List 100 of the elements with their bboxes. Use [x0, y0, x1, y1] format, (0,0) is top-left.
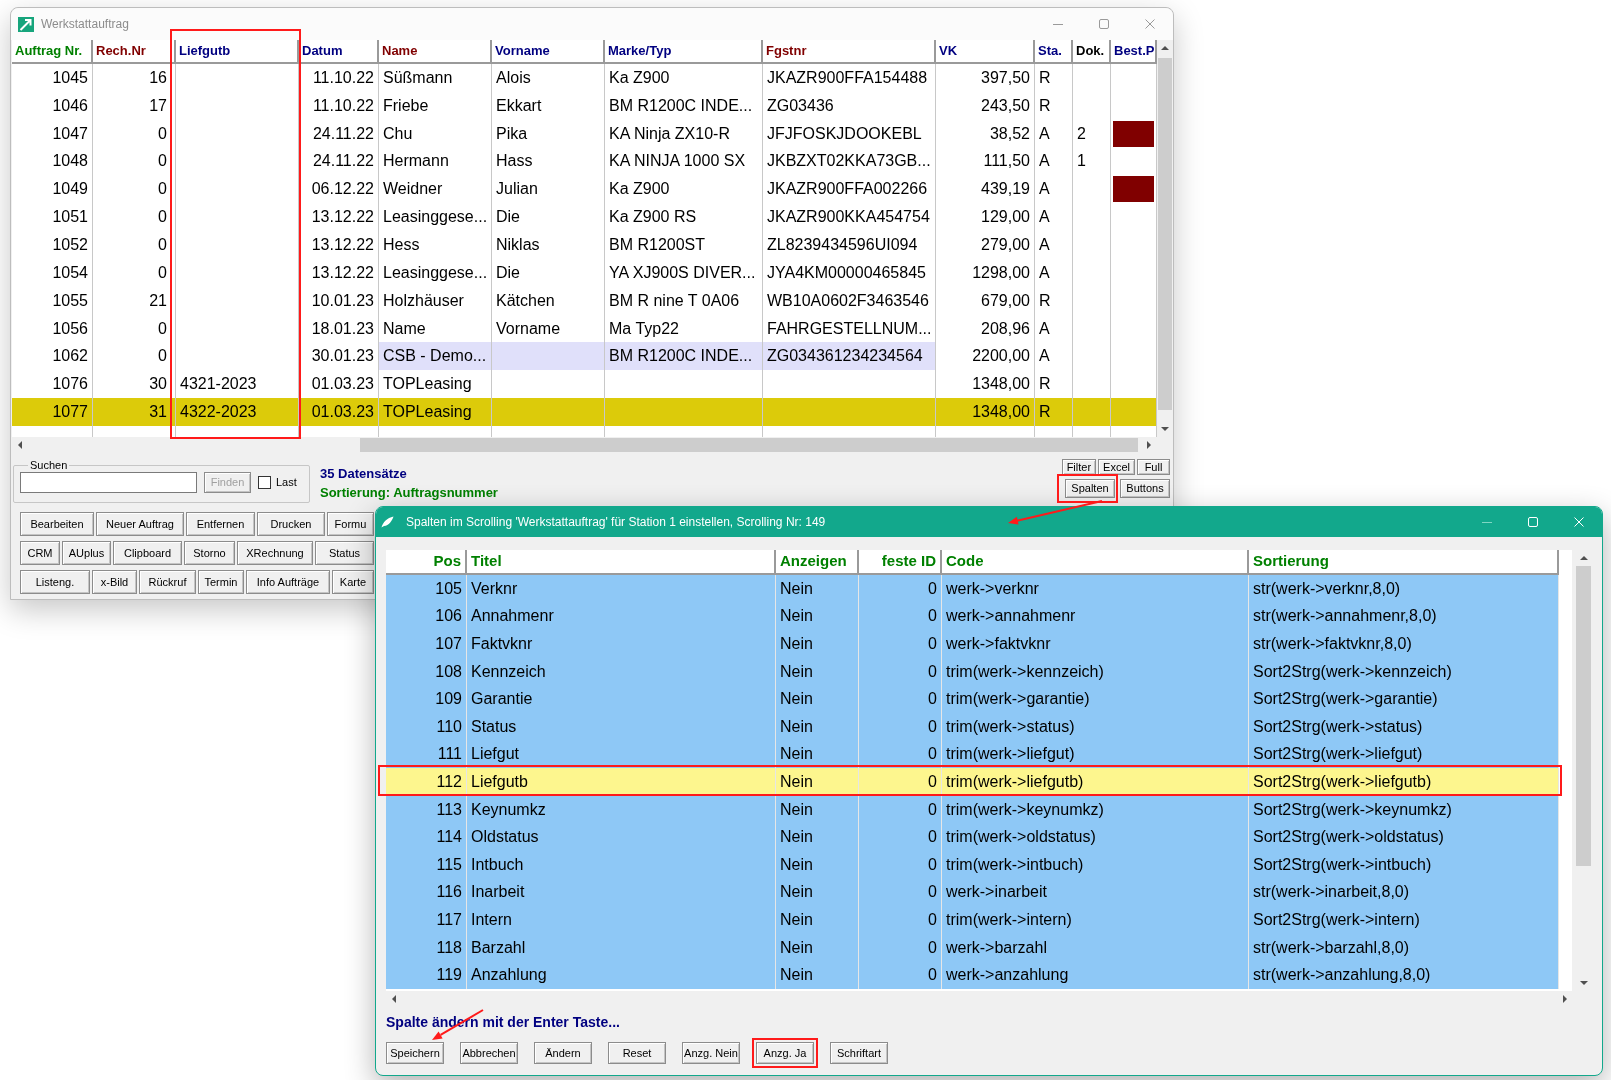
table-cell: Niklas	[492, 231, 605, 259]
table-cell: 24.11.22	[299, 119, 379, 148]
view-button[interactable]: Filter	[1061, 459, 1097, 475]
checkbox-label[interactable]: Last	[276, 474, 297, 491]
caret-up-icon[interactable]	[1161, 46, 1169, 50]
caret-down-icon[interactable]	[1579, 981, 1588, 985]
column-header[interactable]: Sortierung	[1249, 550, 1559, 575]
column-header[interactable]: Name	[379, 40, 492, 64]
caret-right-icon[interactable]	[1562, 994, 1567, 1003]
column-header[interactable]: Dok.	[1073, 40, 1111, 64]
table-row[interactable]: 117 Intern Nein 0 trim(werk->intern) Sort2Strg(werk->intern)	[386, 906, 1559, 934]
record-count: 35 Datensätze	[320, 466, 408, 482]
dialog-button[interactable]: Schriftart	[830, 1042, 888, 1064]
action-button[interactable]: Termin	[198, 570, 244, 594]
maximize-icon[interactable]	[1099, 19, 1109, 29]
table-cell: A	[1035, 119, 1073, 148]
action-button[interactable]: CRM	[20, 541, 60, 565]
action-button[interactable]: AUplus	[62, 541, 111, 565]
view-button[interactable]: Full	[1137, 459, 1170, 475]
table-row[interactable]: 118 Barzahl Nein 0 werk->barzahl str(werk->barzahl,8,0)	[386, 933, 1559, 962]
action-button[interactable]: Status	[315, 541, 374, 565]
table-cell: CSB - Demo...	[379, 342, 492, 371]
minimize-icon[interactable]	[1053, 23, 1063, 25]
table-row[interactable]: 114 Oldstatus Nein 0 trim(werk->oldstatus) Sort2Strg(werk->oldstatus)	[386, 823, 1559, 851]
table-row[interactable]: 110 Status Nein 0 trim(werk->status) Sort2Strg(werk->status)	[386, 712, 1559, 741]
table-row[interactable]: 1077 31 4322-2023 01.03.23 TOPLeasing 1348,00 R	[12, 398, 1157, 426]
column-header[interactable]: Titel	[467, 550, 776, 575]
action-button[interactable]: x-Bild	[92, 570, 137, 594]
action-button[interactable]: Entfernen	[186, 512, 255, 536]
dialog-button[interactable]: Anzg. Nein	[682, 1042, 740, 1064]
column-header[interactable]: Vorname	[492, 40, 605, 64]
column-header[interactable]: Code	[942, 550, 1249, 575]
caret-down-icon[interactable]	[1161, 427, 1169, 431]
column-header[interactable]: Fgstnr	[763, 40, 936, 64]
table-row[interactable]: 113 Keynumkz Nein 0 trim(werk->keynumkz) Sort2Strg(werk->keynumkz)	[386, 795, 1559, 824]
table-cell: Alois	[492, 64, 605, 92]
action-button[interactable]: Bearbeiten	[20, 512, 94, 536]
action-button[interactable]: Neuer Auftrag	[96, 512, 184, 536]
column-header[interactable]: Liefgutb	[176, 40, 299, 64]
table-cell: BM R nine T 0A06	[605, 286, 763, 315]
search-field[interactable]	[20, 472, 197, 493]
table-row[interactable]: 105 Verknr Nein 0 werk->verknr str(werk->verknr,8,0)	[386, 575, 1559, 603]
table-row[interactable]: 108 Kennzeich Nein 0 trim(werk->kennzeich) Sort2Strg(werk->kennzeich)	[386, 657, 1559, 686]
dialog-button[interactable]: Abbrechen	[460, 1042, 518, 1064]
table-row[interactable]: 109 Garantie Nein 0 trim(werk->garantie) Sort2Strg(werk->garantie)	[386, 685, 1559, 713]
dialog-button[interactable]: Ändern	[534, 1042, 592, 1064]
minimize-icon[interactable]	[1482, 521, 1492, 523]
column-header[interactable]: Sta.	[1035, 40, 1073, 64]
table-cell: 679,00	[936, 286, 1035, 315]
table-cell: BM R1200ST	[605, 231, 763, 259]
caret-right-icon[interactable]	[1147, 441, 1151, 449]
action-button[interactable]: Karte	[332, 570, 374, 594]
table-cell: Nein	[776, 685, 859, 713]
caret-left-icon[interactable]	[18, 441, 22, 449]
table-cell: 1046	[12, 91, 93, 120]
scrollbar-thumb[interactable]	[1158, 58, 1172, 410]
dialog-button[interactable]: Speichern	[386, 1042, 444, 1064]
table-row[interactable]: 119 Anzahlung Nein 0 werk->anzahlung str(werk->anzahlung,8,0)	[386, 961, 1559, 989]
table-cell: trim(werk->status)	[942, 712, 1249, 741]
table-row[interactable]: 116 Inarbeit Nein 0 werk->inarbeit str(werk->inarbeit,8,0)	[386, 878, 1559, 907]
table-cell: Nein	[776, 823, 859, 851]
close-icon[interactable]	[1145, 19, 1155, 29]
view-button[interactable]: Excel	[1098, 459, 1135, 475]
column-header[interactable]: Rech.Nr	[93, 40, 176, 64]
caret-left-icon[interactable]	[391, 994, 396, 1003]
table-cell: Sort2Strg(werk->intbuch)	[1249, 850, 1559, 879]
table-cell: 109	[386, 685, 467, 713]
table-cell: 21	[93, 286, 176, 315]
caret-up-icon[interactable]	[1579, 556, 1588, 560]
column-header[interactable]: Anzeigen	[776, 550, 859, 575]
action-button[interactable]: Storno	[184, 541, 235, 565]
table-row[interactable]: 107 Faktvknr Nein 0 werk->faktvknr str(werk->faktvknr,8,0)	[386, 630, 1559, 658]
table-row[interactable]: 106 Annahmenr Nein 0 werk->annahmenr str(werk->annahmenr,8,0)	[386, 602, 1559, 631]
action-button[interactable]: Listeng.	[20, 570, 90, 594]
action-button[interactable]: Drucken	[257, 512, 325, 536]
view-button[interactable]: Buttons	[1120, 479, 1170, 498]
scrollbar-thumb[interactable]	[1576, 566, 1591, 866]
vertical-scrollbar[interactable]	[1157, 40, 1173, 437]
column-header[interactable]: Datum	[299, 40, 379, 64]
column-header[interactable]: Marke/Typ	[605, 40, 763, 64]
dialog-button[interactable]: Reset	[608, 1042, 666, 1064]
column-header[interactable]: VK	[936, 40, 1035, 64]
table-cell: 397,50	[936, 64, 1035, 92]
checkbox[interactable]	[258, 476, 271, 489]
action-button[interactable]: Info Aufträge	[246, 570, 330, 594]
column-header[interactable]: Auftrag Nr.	[12, 40, 93, 64]
column-header[interactable]: feste ID	[859, 550, 942, 575]
table-cell: Ekkart	[492, 91, 605, 120]
column-header[interactable]: Pos	[386, 550, 467, 575]
table-cell: Verknr	[467, 575, 776, 603]
action-button[interactable]: Formu	[327, 512, 374, 536]
action-button[interactable]: Clipboard	[113, 541, 182, 565]
action-button[interactable]: XRechnung	[237, 541, 313, 565]
column-header[interactable]: Best.P	[1111, 40, 1157, 64]
table-row[interactable]: 115 Intbuch Nein 0 trim(werk->intbuch) Sort2Strg(werk->intbuch)	[386, 850, 1559, 879]
action-button[interactable]: Rückruf	[139, 570, 196, 594]
table-cell: Kätchen	[492, 286, 605, 315]
table-cell: 1047	[12, 119, 93, 148]
table-cell: 1052	[12, 231, 93, 259]
scrollbar-thumb[interactable]	[360, 438, 1138, 452]
